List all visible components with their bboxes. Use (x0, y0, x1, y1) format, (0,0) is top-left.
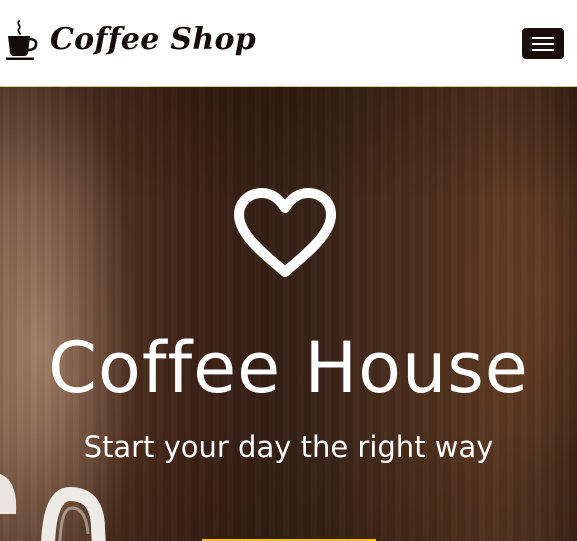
hero-subtitle: Start your day the right way (83, 430, 494, 464)
brand-link[interactable]: Coffee Shop (6, 18, 256, 62)
navbar: Coffee Shop (0, 0, 577, 87)
hero-section: Coffee House Start your day the right wa… (0, 87, 577, 541)
brand-name: Coffee Shop (50, 22, 257, 57)
hero-title: Coffee House (48, 327, 529, 409)
coffee-cup-icon (6, 20, 38, 60)
heart-icon (234, 188, 336, 277)
menu-toggle-button[interactable] (522, 28, 564, 59)
